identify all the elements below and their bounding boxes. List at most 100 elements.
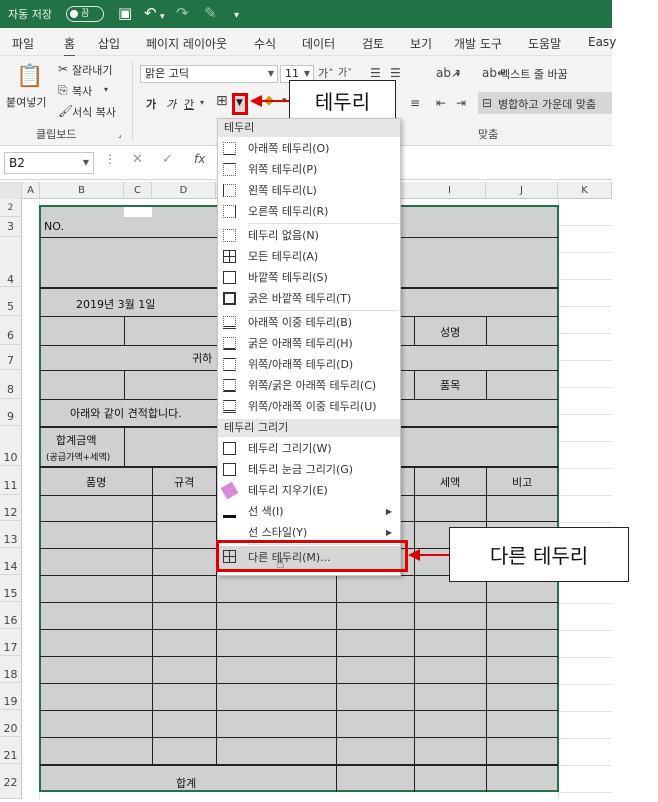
menu-item-top-bottom-border[interactable]: 위쪽/아래쪽 테두리(D): [218, 354, 400, 375]
menu-item-draw-border[interactable]: 테두리 그리기(W): [218, 438, 400, 459]
column-header[interactable]: J: [486, 182, 558, 199]
customize-toolbar-icon[interactable]: ▾: [234, 7, 239, 25]
tab-formulas[interactable]: 수식: [254, 35, 276, 52]
row-header[interactable]: 2: [0, 199, 22, 217]
orientation-dropdown-icon[interactable]: ▾: [456, 68, 460, 82]
row-header[interactable]: 21: [0, 737, 22, 764]
tab-review[interactable]: 검토: [362, 35, 384, 52]
active-cell-b2[interactable]: [124, 207, 152, 217]
autosave-toggle[interactable]: 끔: [66, 6, 104, 22]
wrap-text-button[interactable]: 텍스트 줄 바꿈: [500, 66, 568, 82]
grow-font-icon[interactable]: 가˄: [318, 67, 334, 81]
menu-item-line-color[interactable]: 선 색(I) ▶: [218, 501, 400, 522]
tab-view[interactable]: 보기: [410, 35, 432, 52]
column-header[interactable]: A: [22, 182, 40, 199]
copy-dropdown-icon[interactable]: ▾: [104, 83, 108, 97]
row-header[interactable]: 20: [0, 710, 22, 737]
menu-item-top-thick-bottom-border[interactable]: 위쪽/굵은 아래쪽 테두리(C): [218, 375, 400, 396]
insert-function-button[interactable]: fx: [194, 152, 205, 166]
column-header[interactable]: B: [40, 182, 124, 199]
row-header[interactable]: 12: [0, 495, 22, 521]
menu-item-bottom-border[interactable]: 아래쪽 테두리(O): [218, 138, 400, 159]
menu-item-top-border[interactable]: 위쪽 테두리(P): [218, 159, 400, 180]
bold-button[interactable]: 가: [146, 96, 156, 112]
border-icon[interactable]: ⊞: [216, 94, 228, 108]
menu-item-all-borders[interactable]: 모든 테두리(A): [218, 246, 400, 267]
row-header[interactable]: 5: [0, 287, 22, 316]
row-header[interactable]: 18: [0, 656, 22, 683]
check-icon[interactable]: ✓: [162, 152, 173, 167]
row-header[interactable]: 15: [0, 575, 22, 602]
row-header[interactable]: 3: [0, 217, 22, 237]
cut-button[interactable]: 잘라내기: [72, 62, 112, 78]
row-header[interactable]: 19: [0, 683, 22, 710]
tab-data[interactable]: 데이터: [302, 35, 335, 52]
row-header[interactable]: 17: [0, 629, 22, 656]
paste-icon[interactable]: 📋: [16, 64, 43, 90]
right-border-icon: [223, 205, 236, 218]
row-header[interactable]: 7: [0, 345, 22, 370]
save-icon[interactable]: ▣: [118, 4, 132, 22]
menu-section-draw: 테두리 그리기: [218, 419, 400, 437]
tab-home[interactable]: 홈: [64, 35, 76, 57]
decrease-indent-icon[interactable]: ⇤: [436, 96, 446, 110]
align-top-icon[interactable]: ☰: [370, 66, 381, 80]
underline-button[interactable]: 간: [184, 96, 194, 112]
increase-indent-icon[interactable]: ⇥: [456, 96, 466, 110]
tab-easy[interactable]: Easy: [588, 35, 616, 49]
undo-icon[interactable]: ↶: [144, 4, 157, 22]
row-header[interactable]: 8: [0, 370, 22, 399]
menu-item-erase-border[interactable]: 테두리 지우기(E): [218, 480, 400, 501]
menu-item-draw-border-grid[interactable]: 테두리 눈금 그리기(G): [218, 459, 400, 480]
tab-page-layout[interactable]: 페이지 레이아웃: [146, 35, 227, 52]
shrink-font-icon[interactable]: 가˅: [338, 67, 352, 81]
copy-button[interactable]: 복사: [72, 83, 92, 99]
menu-item-outside-borders[interactable]: 바깥쪽 테두리(S): [218, 267, 400, 288]
menu-item-left-border[interactable]: 왼쪽 테두리(L): [218, 180, 400, 201]
align-middle-icon[interactable]: ☰: [390, 66, 401, 80]
font-name-combo[interactable]: 맑은 고딕 ▼: [140, 65, 278, 83]
column-header[interactable]: D: [152, 182, 216, 199]
row-header[interactable]: 10: [0, 426, 22, 466]
chevron-right-icon: ▶: [385, 507, 392, 516]
tab-insert[interactable]: 삽입: [98, 35, 120, 52]
estimate-text: 아래와 같이 견적합니다.: [70, 407, 182, 420]
tab-help[interactable]: 도움말: [528, 35, 561, 52]
clipboard-launcher-icon[interactable]: ⌟: [118, 128, 122, 142]
col-product-header: 품명: [86, 476, 107, 489]
merge-center-button[interactable]: ⊟ 병합하고 가운데 맞춤: [478, 92, 612, 114]
underline-dropdown-icon[interactable]: ▾: [200, 96, 204, 110]
menu-item-top-double-bottom-border[interactable]: 위쪽/아래쪽 이중 테두리(U): [218, 396, 400, 417]
tab-file[interactable]: 파일: [12, 35, 34, 52]
row-header[interactable]: 9: [0, 399, 22, 426]
cancel-icon[interactable]: ✕: [132, 152, 143, 167]
row-header[interactable]: 11: [0, 466, 22, 495]
menu-item-no-border[interactable]: 테두리 없음(N): [218, 225, 400, 246]
menu-item-right-border[interactable]: 오른쪽 테두리(R): [218, 201, 400, 222]
column-header[interactable]: C: [124, 182, 152, 199]
row-header[interactable]: 13: [0, 521, 22, 548]
row-header[interactable]: 4: [0, 237, 22, 287]
format-painter-button[interactable]: 서식 복사: [72, 104, 116, 120]
name-box[interactable]: B2 ▼: [4, 152, 94, 174]
row-header[interactable]: 14: [0, 548, 22, 575]
border-dropdown-button[interactable]: ▼: [232, 93, 248, 115]
menu-item-thick-bottom-border[interactable]: 굵은 아래쪽 테두리(H): [218, 333, 400, 354]
paste-button[interactable]: 붙여넣기: [6, 94, 46, 110]
align-right-icon[interactable]: ≡: [410, 96, 420, 110]
undo-dropdown-icon[interactable]: ▾: [160, 8, 165, 26]
redo-icon[interactable]: ↷: [176, 4, 189, 22]
row-header[interactable]: 6: [0, 316, 22, 345]
column-header[interactable]: K: [558, 182, 612, 199]
ribbon-tabs: 파일 홈 삽입 페이지 레이아웃 수식 데이터 검토 보기 개발 도구 도움말 …: [0, 28, 616, 57]
column-header[interactable]: I: [414, 182, 486, 199]
italic-button[interactable]: 가: [166, 96, 176, 112]
pen-icon[interactable]: ✎: [204, 4, 217, 22]
select-all-corner[interactable]: [0, 182, 22, 199]
menu-item-thick-outside-borders[interactable]: 굵은 바깥쪽 테두리(T): [218, 288, 400, 309]
row-header[interactable]: 16: [0, 602, 22, 629]
row-header[interactable]: 22: [0, 764, 22, 799]
chevron-down-icon: ▼: [236, 98, 243, 108]
tab-developer[interactable]: 개발 도구: [454, 35, 502, 52]
menu-item-bottom-double-border[interactable]: 아래쪽 이중 테두리(B): [218, 312, 400, 333]
